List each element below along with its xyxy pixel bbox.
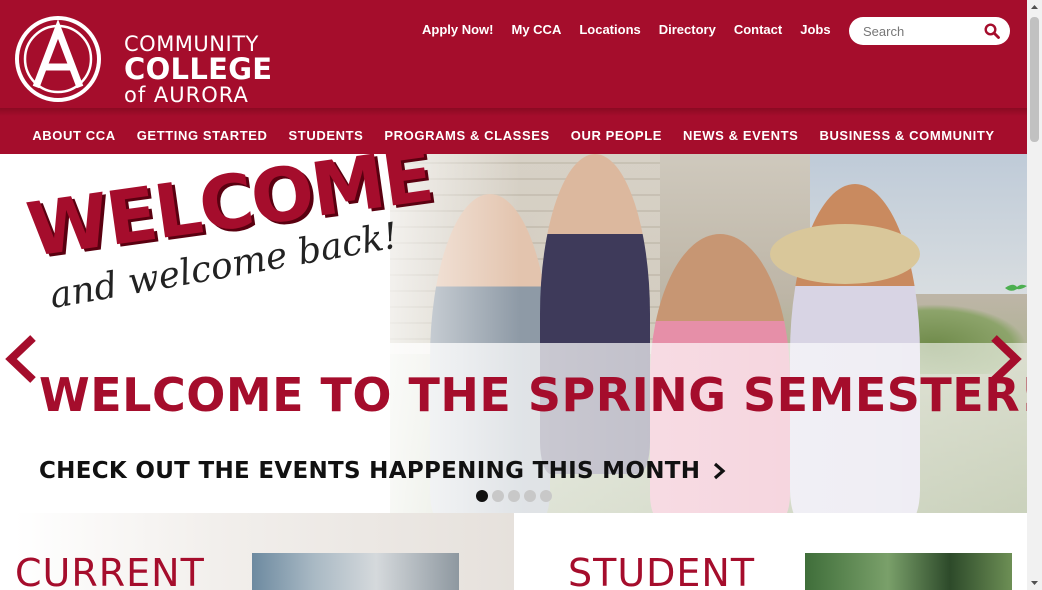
utility-link-apply[interactable]: Apply Now! [422, 22, 494, 37]
carousel-indicators [476, 490, 552, 502]
utility-link-my-cca[interactable]: My CCA [512, 22, 562, 37]
nav-getting-started[interactable]: GETTING STARTED [137, 128, 268, 143]
card-student[interactable]: STUDENT [514, 513, 1027, 590]
nav-news-events[interactable]: NEWS & EVENTS [683, 128, 798, 143]
college-logo[interactable]: COMMUNITY COLLEGE of AURORA [14, 14, 272, 106]
carousel-dot-4[interactable] [524, 490, 536, 502]
chevron-right-icon [714, 462, 726, 480]
hero-cta-link[interactable]: CHECK OUT THE EVENTS HAPPENING THIS MONT… [39, 458, 726, 484]
search-input[interactable] [863, 22, 978, 40]
nav-students[interactable]: STUDENTS [289, 128, 364, 143]
utility-link-contact[interactable]: Contact [734, 22, 782, 37]
header-divider [0, 108, 1027, 116]
card-student-title: STUDENT [568, 551, 756, 590]
hero-carousel: WELCOME and welcome back! WELCOME TO THE… [0, 154, 1027, 513]
card-student-image [805, 553, 1012, 590]
scrollbar-thumb[interactable] [1030, 17, 1039, 142]
utility-nav: Apply Now! My CCA Locations Directory Co… [422, 22, 849, 37]
logo-line-2: COLLEGE [124, 52, 273, 86]
carousel-dot-1[interactable] [476, 490, 488, 502]
logo-line-3: of AURORA [124, 83, 249, 107]
carousel-dot-5[interactable] [540, 490, 552, 502]
utility-link-jobs[interactable]: Jobs [800, 22, 830, 37]
scroll-up-arrow-icon[interactable] [1027, 0, 1042, 15]
search-icon[interactable] [984, 23, 1000, 39]
nav-business-community[interactable]: BUSINESS & COMMUNITY [819, 128, 994, 143]
bird-icon [1005, 284, 1027, 291]
scroll-down-arrow-icon[interactable] [1027, 575, 1042, 590]
carousel-dot-3[interactable] [508, 490, 520, 502]
carousel-prev-button[interactable] [3, 334, 41, 384]
page-scrollbar[interactable] [1027, 0, 1042, 590]
carousel-next-button[interactable] [986, 334, 1024, 384]
site-header: COMMUNITY COLLEGE of AURORA Apply Now! M… [0, 0, 1027, 113]
hero-cta-label: CHECK OUT THE EVENTS HAPPENING THIS MONT… [39, 458, 701, 484]
card-current-title: CURRENT [15, 551, 205, 590]
nav-about-cca[interactable]: ABOUT CCA [32, 128, 115, 143]
utility-link-directory[interactable]: Directory [659, 22, 716, 37]
card-current-image [252, 553, 459, 590]
carousel-dot-2[interactable] [492, 490, 504, 502]
card-current[interactable]: CURRENT [15, 513, 514, 590]
search-box [849, 17, 1010, 45]
utility-link-locations[interactable]: Locations [579, 22, 640, 37]
audience-cards: CURRENT STUDENT [0, 513, 1027, 590]
main-nav: ABOUT CCA GETTING STARTED STUDENTS PROGR… [0, 116, 1027, 154]
nav-our-people[interactable]: OUR PEOPLE [571, 128, 662, 143]
nav-programs-classes[interactable]: PROGRAMS & CLASSES [384, 128, 549, 143]
logo-mark-icon [15, 16, 101, 102]
hero-headline: WELCOME TO THE SPRING SEMESTER! [39, 368, 1027, 422]
logo-wordmark: COMMUNITY COLLEGE of AURORA [124, 34, 272, 106]
